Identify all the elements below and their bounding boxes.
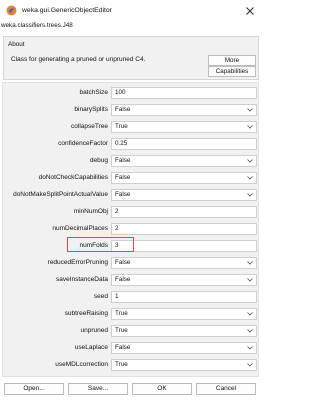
property-label: useLaplace: [74, 344, 108, 351]
property-label: reducedErrorPruning: [47, 259, 108, 266]
about-panel: About Class for generating a pruned or u…: [3, 36, 259, 80]
more-button[interactable]: More: [208, 55, 256, 66]
property-row-debug: debug False: [3, 155, 260, 168]
property-label: confidenceFactor: [58, 140, 108, 147]
property-label: useMDLcorrection: [55, 361, 108, 368]
property-label: binarySplits: [74, 106, 108, 113]
chevron-down-icon: [247, 329, 253, 333]
chevron-down-icon: [247, 346, 253, 350]
collapsetree-select[interactable]: True: [111, 121, 257, 133]
property-label: unpruned: [80, 327, 108, 334]
uselaplace-select[interactable]: False: [111, 342, 257, 354]
title-bar[interactable]: weka.gui.GenericObjectEditor: [0, 0, 262, 22]
open-button[interactable]: Open...: [4, 383, 64, 395]
usemdlcorrection-select[interactable]: True: [111, 359, 257, 371]
ok-button[interactable]: OK: [132, 383, 192, 395]
chevron-down-icon: [247, 312, 253, 316]
property-row-subtreeraising: subtreeRaising True: [3, 308, 260, 321]
about-legend: About: [8, 41, 25, 48]
property-label: saveInstanceData: [55, 276, 108, 283]
about-description: Class for generating a pruned or unprune…: [11, 56, 146, 63]
chevron-down-icon: [247, 261, 253, 265]
seed-input[interactable]: 1: [111, 291, 257, 303]
property-label: subtreeRaising: [64, 310, 108, 317]
chevron-down-icon: [247, 193, 253, 197]
weka-bird-icon: [6, 5, 17, 16]
button-bar: Open... Save... OK Cancel: [0, 383, 262, 400]
unpruned-select[interactable]: True: [111, 325, 257, 337]
confidencefactor-input[interactable]: 0.25: [111, 138, 257, 150]
capabilities-button[interactable]: Capabilities: [208, 66, 256, 77]
debug-select[interactable]: False: [111, 155, 257, 167]
chevron-down-icon: [247, 125, 253, 129]
property-row-donotmakesplitpointactualvalue: doNotMakeSplitPointActualValue False: [3, 189, 260, 202]
reducederrorpruning-select[interactable]: False: [111, 257, 257, 269]
property-row-batchsize: batchSize 100: [3, 87, 260, 100]
property-row-numdecimalplaces: numDecimalPlaces 2: [3, 223, 260, 236]
property-row-uselaplace: useLaplace False: [3, 342, 260, 355]
close-window-button[interactable]: [242, 3, 258, 19]
property-row-collapsetree: collapseTree True: [3, 121, 260, 134]
property-row-donotcheckcapabilities: doNotCheckCapabilities False: [3, 172, 260, 185]
save-button[interactable]: Save...: [68, 383, 128, 395]
property-row-saveinstancedata: saveInstanceData False: [3, 274, 260, 287]
chevron-down-icon: [247, 176, 253, 180]
close-icon: [246, 7, 254, 15]
chevron-down-icon: [247, 363, 253, 367]
property-label: numDecimalPlaces: [52, 225, 108, 232]
properties-panel: batchSize 100 binarySplits False collaps…: [2, 82, 259, 377]
cancel-button[interactable]: Cancel: [196, 383, 256, 395]
property-label: doNotCheckCapabilities: [38, 174, 108, 181]
property-row-minnumobj: minNumObj 2: [3, 206, 260, 219]
chevron-down-icon: [247, 278, 253, 282]
property-row-binarysplits: binarySplits False: [3, 104, 260, 117]
property-row-seed: seed 1: [3, 291, 260, 304]
class-path: weka.classifiers.trees.J48: [1, 22, 73, 29]
donotmakesplitpointactualvalue-select[interactable]: False: [111, 189, 257, 201]
property-label: debug: [89, 157, 108, 164]
binarysplits-select[interactable]: False: [111, 104, 257, 116]
property-label: collapseTree: [71, 123, 108, 130]
property-row-unpruned: unpruned True: [3, 325, 260, 338]
property-label: doNotMakeSplitPointActualValue: [13, 191, 108, 198]
minnumobj-input[interactable]: 2: [111, 206, 257, 218]
property-label: minNumObj: [73, 208, 108, 215]
property-label: batchSize: [79, 89, 108, 96]
subtreeraising-select[interactable]: True: [111, 308, 257, 320]
property-row-reducederrorpruning: reducedErrorPruning False: [3, 257, 260, 270]
numdecimalplaces-input[interactable]: 2: [111, 223, 257, 235]
chevron-down-icon: [247, 108, 253, 112]
unpruned-highlight-box: [67, 237, 134, 252]
donotcheckcapabilities-select[interactable]: False: [111, 172, 257, 184]
window-title: weka.gui.GenericObjectEditor: [22, 7, 112, 14]
property-row-usemdlcorrection: useMDLcorrection True: [3, 359, 260, 372]
property-row-confidencefactor: confidenceFactor 0.25: [3, 138, 260, 151]
saveinstancedata-select[interactable]: False: [111, 274, 257, 286]
chevron-down-icon: [247, 159, 253, 163]
property-label: seed: [93, 293, 108, 300]
batchsize-input[interactable]: 100: [111, 87, 257, 99]
